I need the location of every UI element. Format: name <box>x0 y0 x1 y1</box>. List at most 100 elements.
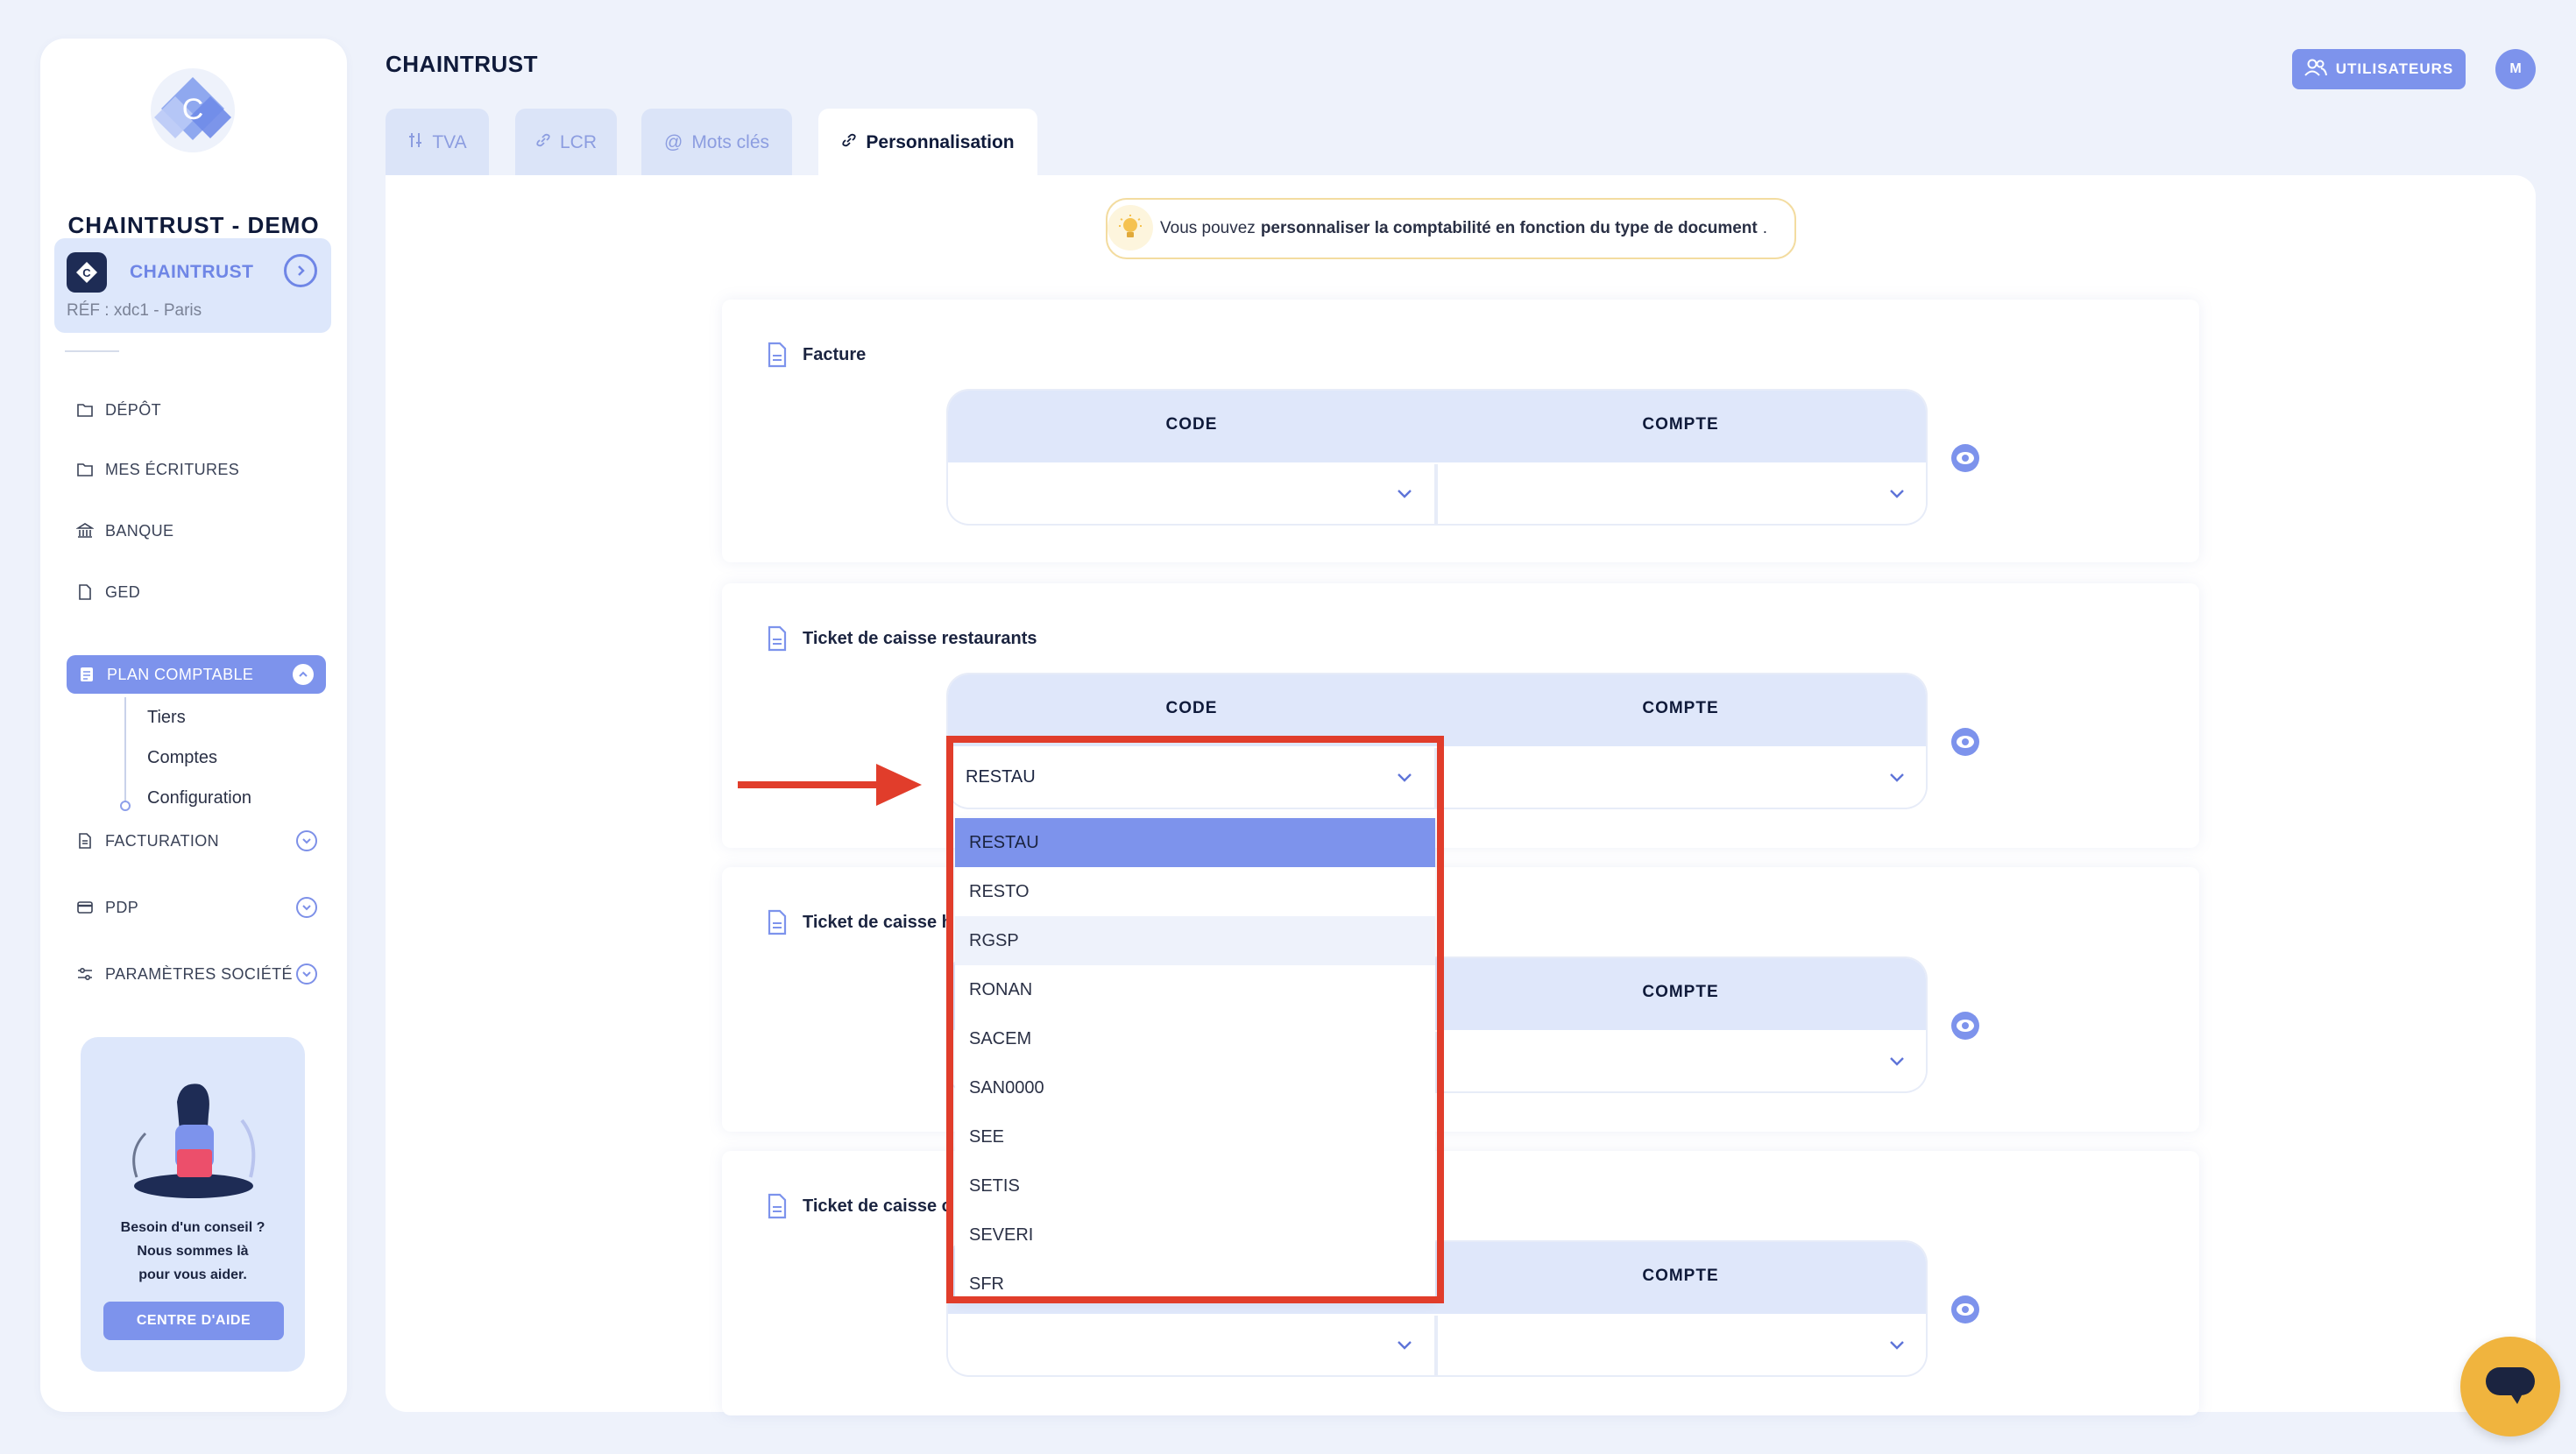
link-icon <box>535 132 551 153</box>
avatar[interactable]: M <box>2495 49 2536 89</box>
chevron-up-icon[interactable] <box>293 664 314 685</box>
tab-label: TVA <box>432 132 467 152</box>
lightbulb-icon <box>1108 205 1153 251</box>
sidebar-item-pdp[interactable]: PDP <box>70 890 329 925</box>
chat-button[interactable] <box>2460 1337 2560 1436</box>
svg-text:C: C <box>82 266 91 279</box>
invoice-icon <box>75 831 95 851</box>
sidebar-item-depot[interactable]: DÉPÔT <box>70 392 329 427</box>
doc-title: Ticket de caisse h <box>803 913 952 932</box>
column-header-compte: COMPTE <box>1642 1267 1719 1285</box>
folder-icon <box>75 400 95 420</box>
column-header-compte: COMPTE <box>1642 415 1719 434</box>
sliders-vertical-icon <box>407 131 423 154</box>
column-divider <box>1434 1316 1438 1375</box>
main-panel: Vous pouvez personnaliser la comptabilit… <box>386 175 2536 1415</box>
compte-select[interactable] <box>1439 1034 1926 1088</box>
sidebar-item-ecritures[interactable]: MES ÉCRITURES <box>70 452 329 487</box>
card-icon <box>75 898 95 917</box>
chevron-down-icon[interactable] <box>296 897 317 918</box>
sidebar-item-label: FACTURATION <box>105 831 220 850</box>
sidebar-item-parametres[interactable]: PARAMÈTRES SOCIÉTÉ <box>70 956 329 992</box>
column-divider <box>1434 464 1438 524</box>
tab-mots-cles[interactable]: @ Mots clés <box>641 109 792 177</box>
doc-card-ticket-restaurants: Ticket de caisse restaurants CODE COMPTE… <box>722 583 2199 848</box>
help-line-3: pour vous aider. <box>138 1267 247 1282</box>
submenu-line <box>124 697 126 811</box>
support-illustration <box>119 1072 268 1203</box>
tab-personnalisation[interactable]: Personnalisation <box>818 109 1037 177</box>
eye-icon[interactable] <box>1950 1011 1980 1041</box>
chevron-down-icon <box>1398 1341 1412 1350</box>
sidebar-item-plan-comptable[interactable]: PLAN COMPTABLE <box>67 655 326 694</box>
tab-label: LCR <box>559 132 597 152</box>
users-button[interactable]: UTILISATEURS <box>2292 49 2466 89</box>
eye-icon[interactable] <box>1950 727 1980 757</box>
submenu-item-comptes[interactable]: Comptes <box>147 748 217 768</box>
doc-title: Ticket de caisse c <box>803 1196 952 1216</box>
code-select[interactable]: RESTAU <box>948 750 1433 804</box>
compte-select[interactable] <box>1439 750 1926 804</box>
sidebar-item-facturation[interactable]: FACTURATION <box>70 823 329 858</box>
column-header-code: CODE <box>1165 415 1218 434</box>
sidebar-item-label: PLAN COMPTABLE <box>107 665 254 683</box>
info-text-suffix: . <box>1762 219 1768 237</box>
eye-icon[interactable] <box>1950 1295 1980 1324</box>
submenu-item-configuration[interactable]: Configuration <box>147 788 251 808</box>
dropdown-option[interactable]: SEVERI <box>955 1210 1435 1260</box>
eye-icon[interactable] <box>1950 443 1980 473</box>
doc-card-ticket-c: Ticket de caisse c CODE COMPTE <box>722 1151 2199 1415</box>
code-dropdown-list[interactable]: RESTAU RESTO RGSP RONAN SACEM SAN0000 SE… <box>955 818 1435 1298</box>
document-icon <box>766 909 789 935</box>
sidebar-item-label: BANQUE <box>105 521 174 540</box>
mapping-table: CODE COMPTE RESTAU <box>948 674 1926 808</box>
help-text: Besoin d'un conseil ? Nous sommes là pou… <box>81 1216 305 1287</box>
sidebar-item-ged[interactable]: GED <box>70 575 329 610</box>
document-icon <box>75 582 95 602</box>
chevron-down-icon[interactable] <box>296 963 317 985</box>
dropdown-option[interactable]: RESTO <box>955 867 1435 916</box>
tab-label: Personnalisation <box>866 132 1015 152</box>
compte-select[interactable] <box>1439 1317 1926 1372</box>
info-text-prefix: Vous pouvez <box>1160 219 1256 237</box>
submenu-item-tiers[interactable]: Tiers <box>147 708 186 728</box>
sidebar-item-label: DÉPÔT <box>105 400 162 419</box>
doc-card-ticket-h: Ticket de caisse h CODE COMPTE <box>722 867 2199 1132</box>
code-select-value[interactable]: RESTAU <box>966 767 1036 787</box>
chaintrust-logo[interactable]: C <box>149 67 237 154</box>
at-icon: @ <box>663 132 683 152</box>
dropdown-option[interactable]: SEE <box>955 1112 1435 1161</box>
dropdown-option[interactable]: SFR <box>955 1260 1435 1298</box>
sidebar-item-label: GED <box>105 582 141 601</box>
dropdown-option[interactable]: RESTAU <box>955 818 1435 867</box>
annotation-arrow-icon <box>738 764 922 806</box>
info-banner: Vous pouvez personnaliser la comptabilit… <box>1106 198 1796 259</box>
company-card[interactable]: C CHAINTRUST RÉF : xdc1 - Paris <box>54 238 331 333</box>
sliders-icon <box>75 964 95 984</box>
dropdown-option[interactable]: RONAN <box>955 965 1435 1014</box>
help-center-button[interactable]: CENTRE D'AIDE <box>103 1302 284 1340</box>
info-text-bold: personnaliser la comptabilité en fonctio… <box>1260 219 1758 237</box>
dropdown-option[interactable]: SAN0000 <box>955 1063 1435 1112</box>
chat-bubble-icon <box>2486 1367 2535 1404</box>
page-title: CHAINTRUST <box>386 51 538 77</box>
chevron-down-icon[interactable] <box>296 830 317 851</box>
column-header-code: CODE <box>1165 699 1218 717</box>
chevron-down-icon <box>1890 773 1904 782</box>
dropdown-option[interactable]: SETIS <box>955 1161 1435 1210</box>
tab-tva[interactable]: TVA <box>386 109 489 177</box>
users-button-label: UTILISATEURS <box>2335 60 2454 77</box>
code-select[interactable] <box>948 1317 1433 1372</box>
code-select[interactable] <box>948 466 1433 520</box>
document-icon <box>766 1193 789 1219</box>
help-line-1: Besoin d'un conseil ? <box>120 1220 265 1235</box>
sidebar-item-banque[interactable]: BANQUE <box>70 513 329 548</box>
dropdown-option[interactable]: RGSP <box>955 916 1435 965</box>
tab-lcr[interactable]: LCR <box>515 109 617 177</box>
folder-icon <box>75 460 95 479</box>
chevron-right-icon[interactable] <box>284 254 317 287</box>
sidebar-divider <box>65 350 119 352</box>
dropdown-option[interactable]: SACEM <box>955 1014 1435 1063</box>
doc-card-facture: Facture CODE COMPTE <box>722 300 2199 562</box>
compte-select[interactable] <box>1439 466 1926 520</box>
